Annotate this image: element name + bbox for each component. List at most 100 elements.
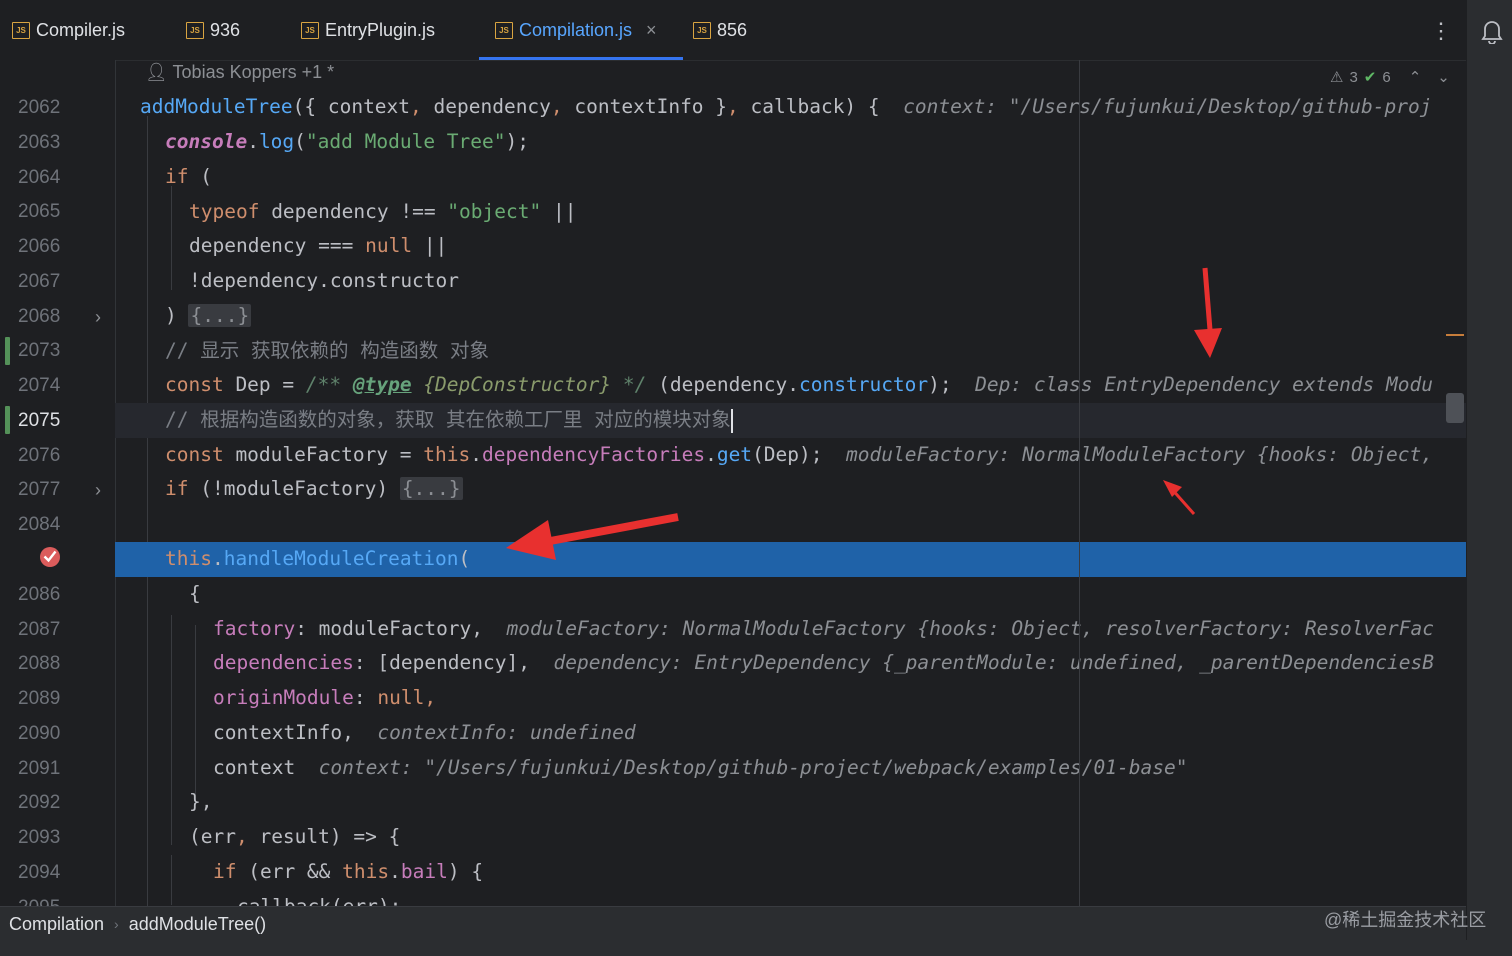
indent-guide (147, 116, 148, 906)
line-number: 2089 (18, 688, 61, 709)
inlay-hint: moduleFactory: NormalModuleFactory {hook… (506, 617, 1434, 640)
line-number: 2094 (18, 862, 61, 883)
code-line: !dependency.constructor (189, 269, 460, 292)
code-line: { (189, 582, 201, 605)
code-line: if (err && this.bail) { (213, 860, 484, 883)
more-options-icon[interactable]: ⋮ (1430, 18, 1452, 44)
indent-guide (195, 625, 196, 805)
inlay-hint: dependency: EntryDependency {_parentModu… (553, 651, 1434, 674)
check-icon: ✔ (1363, 69, 1377, 86)
line-number: 2062 (18, 97, 61, 118)
tab-label: EntryPlugin.js (325, 19, 436, 40)
chevron-up-icon[interactable]: ⌃ (1409, 68, 1422, 86)
folded-code-region[interactable]: {...} (399, 477, 463, 500)
line-number: 2076 (18, 445, 61, 466)
line-number: 2093 (18, 827, 61, 848)
code-line: dependency === null || (189, 234, 448, 257)
line-number: 2074 (18, 375, 61, 396)
editor-tab-bar: JS Compiler.js JS 936 JS EntryPlugin.js … (0, 0, 1466, 61)
code-line: // 显示 获取依赖的 构造函数 对象 (165, 339, 489, 362)
notifications-bell-icon[interactable] (1481, 18, 1503, 44)
indent-guide (171, 186, 172, 290)
code-line: if ( (165, 165, 212, 188)
right-margin-guide (1079, 60, 1080, 906)
line-number: 2066 (18, 236, 61, 257)
line-number-current: 2075 (18, 410, 61, 431)
inlay-hint: context: "/Users/fujunkui/Desktop/github… (903, 95, 1432, 118)
line-number: 2090 (18, 723, 61, 744)
line-number: 2064 (18, 167, 61, 188)
fold-expand-icon[interactable]: › (95, 473, 101, 507)
code-author-hint[interactable]: 👤︎ Tobias Koppers +1 * (145, 62, 334, 83)
line-number: 2073 (18, 340, 61, 361)
line-number: 2084 (18, 514, 61, 535)
line-number: 2092 (18, 792, 61, 813)
fold-expand-icon[interactable]: › (95, 300, 101, 334)
watermark: @稀土掘金技术社区 (1324, 910, 1487, 930)
warning-icon: ⚠ (1330, 69, 1344, 86)
bottom-strip (0, 940, 1512, 956)
line-number: 2087 (18, 619, 61, 640)
code-line: contextInfo, contextInfo: undefined (213, 721, 636, 744)
tab-label: Compilation.js (519, 19, 633, 40)
code-line: addModuleTree({ context, dependency, con… (140, 95, 1432, 118)
breadcrumb-separator-icon: › (114, 916, 119, 932)
inlay-hint: Dep: class EntryDependency extends Modu (975, 373, 1433, 396)
code-line: callback(err); (237, 890, 1466, 906)
code-line: (err, result) => { (189, 825, 401, 848)
folded-code-region[interactable]: {...} (188, 304, 252, 327)
js-file-icon: JS (186, 21, 204, 39)
chevron-down-icon[interactable]: ⌄ (1437, 68, 1450, 86)
close-icon[interactable]: × (646, 20, 657, 41)
text-caret (730, 408, 733, 433)
tab-936[interactable]: JS 936 (186, 0, 240, 60)
breakpoint-icon[interactable] (38, 545, 62, 569)
tab-label: 936 (210, 19, 241, 40)
scrollbar-marker[interactable] (1446, 334, 1464, 336)
inlay-hint: moduleFactory: NormalModuleFactory {hook… (846, 443, 1433, 466)
js-file-icon: JS (301, 21, 319, 39)
indent-guide (171, 855, 172, 905)
inspection-widget[interactable]: ⚠ 3 ✔ 6 ⌃ ⌄ (1330, 68, 1450, 87)
code-editor[interactable]: addModuleTree({ context, dependency, con… (115, 60, 1466, 906)
line-number: 2067 (18, 271, 61, 292)
code-line: dependencies: [dependency], dependency: … (213, 651, 1434, 674)
line-number: 2077 (18, 479, 61, 500)
tab-compilation-js[interactable]: JS Compilation.js × (479, 0, 683, 60)
code-line: originModule: null, (213, 686, 437, 709)
breadcrumb-class[interactable]: Compilation (9, 914, 104, 935)
tab-856[interactable]: JS 856 (693, 0, 747, 60)
indent-guide (171, 615, 172, 845)
code-line: const Dep = /** @type {DepConstructor} *… (165, 373, 1433, 396)
line-number: 2068 (18, 306, 61, 327)
line-number-gutter[interactable]: 2062 2063 2064 2065 2066 2067 2068 2073 … (0, 60, 116, 918)
tab-entryplugin-js[interactable]: JS EntryPlugin.js (301, 0, 435, 60)
code-line: typeof dependency !== "object" || (189, 200, 577, 223)
line-number: 2086 (18, 584, 61, 605)
line-number: 2063 (18, 132, 61, 153)
code-line-execution-point: this.handleModuleCreation( (115, 542, 1466, 577)
code-line-current: // 根据构造函数的对象，获取 其在依赖工厂里 对应的模块对象 (115, 403, 1466, 438)
vcs-change-marker[interactable] (5, 337, 10, 365)
tab-label: Compiler.js (36, 19, 126, 40)
code-line: factory: moduleFactory, moduleFactory: N… (213, 617, 1434, 640)
inlay-hint: contextInfo: undefined (377, 721, 636, 744)
right-tool-rail (1466, 0, 1512, 956)
js-file-icon: JS (12, 21, 30, 39)
code-line: console.log("add Module Tree"); (165, 130, 529, 153)
js-file-icon: JS (495, 21, 513, 39)
breadcrumb-method[interactable]: addModuleTree() (129, 914, 266, 935)
navigation-breadcrumb-bar: Compilation › addModuleTree() (0, 906, 1466, 941)
line-number: 2088 (18, 653, 61, 674)
line-number: 2065 (18, 201, 61, 222)
person-icon: 👤︎ (145, 62, 168, 82)
vcs-change-marker[interactable] (5, 406, 10, 434)
tab-compiler-js[interactable]: JS Compiler.js (12, 0, 125, 60)
js-file-icon: JS (693, 21, 711, 39)
code-line: }, (189, 790, 213, 813)
inlay-hint: context: "/Users/fujunkui/Desktop/github… (318, 756, 1188, 779)
code-line: context context: "/Users/fujunkui/Deskto… (213, 756, 1188, 779)
line-number: 2091 (18, 758, 61, 779)
scrollbar-thumb[interactable] (1446, 393, 1464, 423)
code-line: const moduleFactory = this.dependencyFac… (165, 443, 1433, 466)
